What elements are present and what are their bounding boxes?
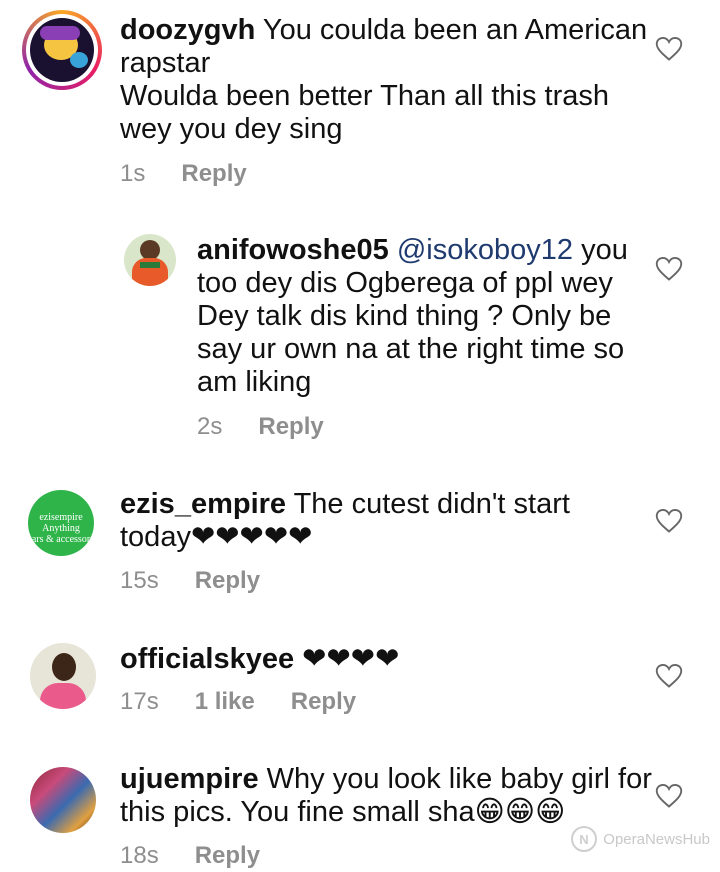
watermark-text: OperaNewsHub [603,830,710,848]
comment-text: ezis_empire The cutest didn't start toda… [120,488,680,554]
comment-meta: 15s Reply [120,567,260,595]
reply-button[interactable]: Reply [181,160,246,188]
comment-officialskyee: officialskyee ❤❤❤❤ 17s 1 like Reply [0,625,720,735]
comment-meta: 1s Reply [120,160,247,188]
avatar[interactable]: ezisempire Anything ars & accessor [28,490,94,556]
heart-icon[interactable] [655,508,683,534]
comment-line: wey you dey sing [120,113,343,145]
watermark: N OperaNewsHub [569,824,710,854]
timestamp: 2s [197,413,223,440]
mention-link[interactable]: @isokoboy12 [397,234,573,266]
comment-text: doozygvh You coulda been an American rap… [120,14,680,146]
comment-anifowoshe05: anifowoshe05 @isokoboy12 you too dey dis… [0,220,720,460]
heart-icon[interactable] [655,256,683,282]
reply-button[interactable]: Reply [195,842,260,870]
comment-line: am liking [197,366,312,398]
avatar[interactable] [30,767,96,833]
comment-line: Woulda been better Than all this trash [120,80,610,112]
avatar-label: Anything [42,523,80,534]
comment-meta: 17s 1 like Reply [120,688,356,716]
heart-icon[interactable] [655,36,683,62]
avatar-label: ezisempire [39,512,83,523]
comment-line: too dey dis Ogberega of ppl wey [197,267,613,299]
avatar-label: ars & accessor [31,534,91,545]
comment-line: today❤❤❤❤❤ [120,521,313,553]
comment-meta: 18s Reply [120,842,260,870]
comment-line: The cutest didn't start [293,488,570,520]
username[interactable]: officialskyee [120,643,294,675]
avatar[interactable] [124,234,176,286]
likes-count[interactable]: 1 like [195,688,255,716]
timestamp: 18s [120,842,159,869]
comment-line: You coulda been an American [262,14,648,46]
comment-line: Why you look like baby girl for [266,763,652,795]
username[interactable]: anifowoshe05 [197,234,389,266]
comment-line: Dey talk dis kind thing ? Only be [197,300,612,332]
timestamp: 15s [120,567,159,594]
avatar[interactable] [22,10,102,90]
heart-icon[interactable] [655,783,683,809]
reply-button[interactable]: Reply [195,567,260,595]
comment-ezis-empire: ezisempire Anything ars & accessor ezis_… [0,470,720,600]
reply-button[interactable]: Reply [291,688,356,716]
timestamp: 17s [120,688,159,715]
operanews-logo-icon: N [571,826,598,852]
svg-text:N: N [580,832,589,847]
comment-line: rapstar [120,47,211,79]
username[interactable]: ezis_empire [120,488,286,520]
timestamp: 1s [120,160,146,187]
reply-button[interactable]: Reply [258,413,323,441]
comment-line: you [581,234,628,266]
avatar[interactable] [30,643,96,709]
comment-line: this pics. You fine small sha😁😁😁 [120,796,566,828]
username[interactable]: ujuempire [120,763,259,795]
comment-line: ❤❤❤❤ [302,643,400,675]
comment-text: anifowoshe05 @isokoboy12 you too dey dis… [197,234,657,399]
comment-line: say ur own na at the right time so [197,333,625,365]
comment-text: officialskyee ❤❤❤❤ [120,643,680,676]
comment-doozygvh: doozygvh You coulda been an American rap… [0,0,720,200]
username[interactable]: doozygvh [120,14,255,46]
heart-icon[interactable] [655,663,683,689]
comment-meta: 2s Reply [197,413,324,441]
comment-text: ujuempire Why you look like baby girl fo… [120,763,680,829]
